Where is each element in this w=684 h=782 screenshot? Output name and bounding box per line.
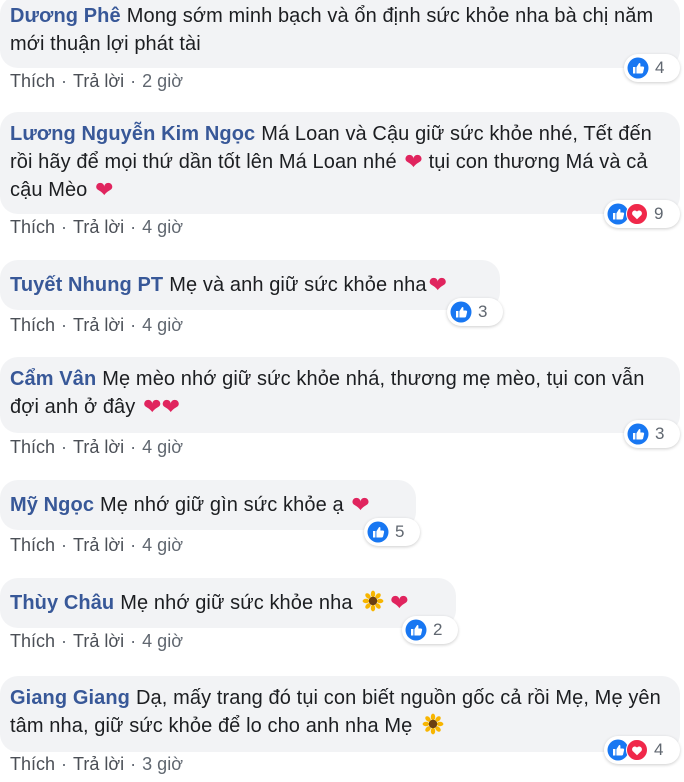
comment-time[interactable]: 2 giờ	[142, 71, 183, 91]
like-icon	[627, 423, 649, 445]
comment-text: Mẹ mèo nhớ giữ sức khỏe nhá, thương mẹ m…	[10, 368, 645, 418]
like-icon	[627, 57, 649, 79]
comment-bubble: Tuyết Nhung PT Mẹ và anh giữ sức khỏe nha…	[0, 260, 500, 310]
comment-author[interactable]: Tuyết Nhung PT	[10, 274, 163, 296]
comment-actions: Thích · Trả lời · 3 giờ	[10, 754, 183, 774]
reaction-summary[interactable]: 4	[624, 54, 680, 82]
reply-link[interactable]: Trả lời	[73, 315, 124, 335]
reaction-count: 9	[654, 204, 664, 223]
comment-author[interactable]: Dương Phê	[10, 5, 121, 27]
reaction-count: 2	[433, 620, 443, 639]
reply-link[interactable]: Trả lời	[73, 71, 124, 91]
comment-text: Mẹ nhớ giữ sức khỏe nha	[120, 592, 353, 614]
reaction-summary[interactable]: 3	[447, 298, 503, 326]
like-link[interactable]: Thích	[10, 535, 55, 555]
love-icon	[626, 739, 648, 761]
like-link[interactable]: Thích	[10, 754, 55, 774]
red-heart-emoji: ❤	[351, 492, 370, 517]
red-heart-emoji: ❤	[404, 149, 423, 174]
like-icon	[450, 301, 472, 323]
comment-text: Mẹ nhớ giữ gìn sức khỏe ạ	[100, 494, 344, 516]
comment-author[interactable]: Thùy Châu	[10, 592, 114, 614]
like-icon	[367, 521, 389, 543]
comment-bubble: Lương Nguyễn Kim Ngọc Má Loan và Cậu giữ …	[0, 112, 680, 214]
comment-author[interactable]: Giang Giang	[10, 687, 130, 709]
reaction-count: 4	[654, 740, 664, 759]
reaction-summary[interactable]: 4	[604, 736, 680, 764]
comment-time[interactable]: 4 giờ	[142, 437, 183, 457]
red-heart-emoji: ❤	[95, 177, 114, 202]
reaction-count: 3	[655, 424, 665, 443]
comment-bubble: Mỹ Ngọc Mẹ nhớ giữ gìn sức khỏe ạ ❤	[0, 480, 416, 530]
reply-link[interactable]: Trả lời	[73, 437, 124, 457]
reaction-count: 4	[655, 58, 665, 77]
comment-actions: Thích · Trả lời · 4 giờ	[10, 631, 183, 651]
reaction-summary[interactable]: 9	[604, 200, 680, 228]
reaction-count: 5	[395, 522, 405, 541]
red-heart-emoji: ❤	[428, 272, 448, 297]
comment-author[interactable]: Cẩm Vân	[10, 368, 96, 390]
like-link[interactable]: Thích	[10, 315, 55, 335]
comment-text: Mẹ và anh giữ sức khỏe nha	[169, 274, 427, 296]
like-link[interactable]: Thích	[10, 71, 55, 91]
comment-author[interactable]: Lương Nguyễn Kim Ngọc	[10, 123, 255, 145]
reply-link[interactable]: Trả lời	[73, 631, 124, 651]
red-heart-emoji: ❤	[390, 590, 409, 615]
sunflower-emoji	[362, 590, 384, 620]
like-link[interactable]: Thích	[10, 631, 55, 651]
comment-actions: Thích · Trả lời · 4 giờ	[10, 217, 183, 237]
comment-actions: Thích · Trả lời · 4 giờ	[10, 315, 183, 335]
comment-bubble: Thùy Châu Mẹ nhớ giữ sức khỏe nha ❤	[0, 578, 456, 628]
comment-actions: Thích · Trả lời · 4 giờ	[10, 535, 183, 555]
like-link[interactable]: Thích	[10, 217, 55, 237]
love-icon	[626, 203, 648, 225]
comment-time[interactable]: 4 giờ	[142, 315, 183, 335]
comment-author[interactable]: Mỹ Ngọc	[10, 494, 94, 516]
comment-actions: Thích · Trả lời · 2 giờ	[10, 71, 183, 91]
reply-link[interactable]: Trả lời	[73, 217, 124, 237]
reply-link[interactable]: Trả lời	[73, 535, 124, 555]
reaction-summary[interactable]: 2	[402, 616, 458, 644]
like-link[interactable]: Thích	[10, 437, 55, 457]
reply-link[interactable]: Trả lời	[73, 754, 124, 774]
like-icon	[405, 619, 427, 641]
comment-bubble: Dương Phê Mong sớm minh bạch và ổn định s…	[0, 0, 680, 68]
comment-bubble: Giang Giang Dạ, mấy trang đó tụi con biết…	[0, 676, 680, 752]
comment-time[interactable]: 3 giờ	[142, 754, 183, 774]
comment-bubble: Cẩm Vân Mẹ mèo nhớ giữ sức khỏe nhá, thươ…	[0, 357, 680, 433]
comment-time[interactable]: 4 giờ	[142, 535, 183, 555]
reaction-count: 3	[478, 302, 488, 321]
comment-actions: Thích · Trả lời · 4 giờ	[10, 437, 183, 457]
comment-time[interactable]: 4 giờ	[142, 631, 183, 651]
sunflower-emoji	[422, 713, 444, 743]
red-heart-emoji: ❤❤	[143, 394, 181, 419]
comment-time[interactable]: 4 giờ	[142, 217, 183, 237]
reaction-summary[interactable]: 3	[624, 420, 680, 448]
reaction-summary[interactable]: 5	[364, 518, 420, 546]
